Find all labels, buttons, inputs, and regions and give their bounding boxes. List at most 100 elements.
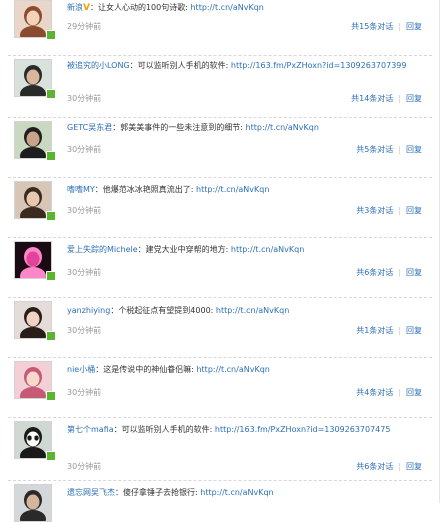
conversation-count-link[interactable]: 共5条对话 bbox=[356, 145, 393, 154]
online-badge-icon bbox=[46, 451, 56, 461]
username-link[interactable]: yanzhiying bbox=[67, 306, 110, 315]
post-message: 建党大业中穿帮的地方: bbox=[145, 245, 229, 254]
avatar-face bbox=[26, 371, 40, 387]
reply-link[interactable]: 回复 bbox=[406, 145, 422, 154]
online-badge-icon bbox=[46, 271, 56, 281]
item-divider bbox=[8, 417, 432, 418]
short-url-link[interactable]: http://t.cn/aNvKqn bbox=[216, 306, 289, 315]
post-timestamp: 30分钟前 bbox=[67, 388, 102, 397]
avatar-face bbox=[26, 494, 40, 510]
short-url-link[interactable]: http://t.cn/aNvKqn bbox=[231, 245, 304, 254]
post-timestamp: 30分钟前 bbox=[67, 268, 102, 277]
username-link[interactable]: 被追究的小LONG bbox=[67, 61, 130, 70]
colon-separator: ： bbox=[113, 425, 122, 434]
reply-link[interactable]: 回复 bbox=[406, 94, 422, 103]
post-actions: 共15条对话 | 回复 bbox=[351, 21, 422, 32]
conversation-count-link[interactable]: 共14条对话 bbox=[351, 94, 393, 103]
conversation-count-link[interactable]: 共4条对话 bbox=[356, 388, 393, 397]
item-divider bbox=[8, 177, 432, 178]
short-url-link[interactable]: http://163.fm/PxZHoxn?id=1309263707475 bbox=[215, 425, 391, 434]
short-url-link[interactable]: http://t.cn/aNvKqn bbox=[196, 185, 269, 194]
avatar-face bbox=[26, 191, 40, 207]
conversation-count-link[interactable]: 共15条对话 bbox=[351, 22, 393, 31]
item-divider bbox=[8, 480, 432, 481]
post-message: 他爆范冰冰艳照真流出了: bbox=[102, 185, 194, 194]
username-link[interactable]: 遗忘网吴飞杰 bbox=[67, 488, 115, 497]
short-url-link[interactable]: http://t.cn/aNvKqn bbox=[196, 365, 269, 374]
colon-separator: ： bbox=[89, 3, 98, 12]
action-separator: | bbox=[398, 145, 401, 154]
item-divider bbox=[8, 297, 432, 298]
avatar-face bbox=[26, 10, 40, 26]
colon-separator: ： bbox=[137, 245, 146, 254]
post-timestamp: 30分钟前 bbox=[67, 145, 102, 154]
avatar-eye bbox=[27, 435, 32, 441]
action-separator: | bbox=[398, 462, 401, 471]
reply-link[interactable]: 回复 bbox=[406, 326, 422, 335]
post-timestamp: 30分钟前 bbox=[67, 326, 102, 335]
post-message: 这是传说中的神仙眷侣嘛: bbox=[103, 365, 194, 374]
short-url-link[interactable]: http://t.cn/aNvKqn bbox=[246, 123, 319, 132]
post-text: GETC吴东君：郭美美事件的一些未注意到的细节: http://t.cn/aNv… bbox=[67, 122, 432, 134]
post-message: 可以监听别人手机的软件: bbox=[121, 425, 213, 434]
post-text: 嗜嗜MY：他爆范冰冰艳照真流出了: http://t.cn/aNvKqn bbox=[67, 184, 432, 196]
conversation-count-link[interactable]: 共1条对话 bbox=[356, 326, 393, 335]
short-url-link[interactable]: http://163.fm/PxZHoxn?id=1309263707399 bbox=[231, 61, 407, 70]
short-url-link[interactable]: http://t.cn/aNvKqn bbox=[190, 3, 263, 12]
colon-separator: ： bbox=[94, 185, 103, 194]
feed-item: 新浪V：让女人心动的100句诗歌: http://t.cn/aNvKqn 29分钟… bbox=[0, 0, 440, 59]
post-text: 爱上失踪的Michele：建党大业中穿帮的地方: http://t.cn/aNv… bbox=[67, 244, 432, 256]
reply-link[interactable]: 回复 bbox=[406, 388, 422, 397]
avatar-face bbox=[26, 69, 40, 85]
conversation-count-link[interactable]: 共6条对话 bbox=[356, 462, 393, 471]
avatar-face bbox=[26, 131, 40, 147]
online-badge-icon bbox=[46, 211, 56, 221]
avatar-face bbox=[26, 311, 40, 327]
reply-link[interactable]: 回复 bbox=[406, 268, 422, 277]
username-link[interactable]: 第七个mafia bbox=[67, 425, 114, 434]
colon-separator: ： bbox=[129, 61, 138, 70]
username-link[interactable]: nie小桶 bbox=[67, 365, 95, 374]
reply-link[interactable]: 回复 bbox=[406, 462, 422, 471]
reply-link[interactable]: 回复 bbox=[406, 206, 422, 215]
feed-item: 第七个mafia：可以监听别人手机的软件: http://163.fm/PxZH… bbox=[0, 417, 440, 484]
conversation-count-link[interactable]: 共3条对话 bbox=[356, 206, 393, 215]
post-actions: 共6条对话 | 回复 bbox=[356, 461, 422, 472]
feed-item: 被追究的小LONG：可以监听别人手机的软件: http://163.fm/PxZ… bbox=[0, 55, 440, 121]
avatar[interactable] bbox=[14, 484, 52, 522]
post-actions: 共5条对话 | 回复 bbox=[356, 144, 422, 155]
username-link[interactable]: GETC吴东君 bbox=[67, 123, 112, 132]
feed-item: GETC吴东君：郭美美事件的一些未注意到的细节: http://t.cn/aNv… bbox=[0, 117, 440, 181]
colon-separator: ： bbox=[115, 488, 123, 497]
conversation-count-link[interactable]: 共6条对话 bbox=[356, 268, 393, 277]
item-divider bbox=[8, 55, 432, 56]
post-text: 遗忘网吴飞杰：傻仔拿锤子去抢银行: http://t.cn/aNvKqn bbox=[67, 487, 432, 499]
post-timestamp: 30分钟前 bbox=[67, 206, 102, 215]
username-link[interactable]: 嗜嗜MY bbox=[67, 185, 95, 194]
post-timestamp: 29分钟前 bbox=[67, 22, 102, 31]
post-message: 让女人心动的100句诗歌: bbox=[97, 3, 188, 12]
post-message: 可以监听别人手机的软件: bbox=[137, 61, 229, 70]
username-link[interactable]: 新浪 bbox=[67, 3, 83, 12]
post-timestamp: 30分钟前 bbox=[67, 94, 102, 103]
post-message: 傻仔拿锤子去抢银行: bbox=[123, 488, 198, 497]
post-actions: 共6条对话 | 回复 bbox=[356, 267, 422, 278]
avatar-eye bbox=[34, 435, 39, 441]
action-separator: | bbox=[398, 268, 401, 277]
action-separator: | bbox=[398, 326, 401, 335]
post-actions: 共14条对话 | 回复 bbox=[351, 93, 422, 104]
reply-link[interactable]: 回复 bbox=[406, 22, 422, 31]
action-separator: | bbox=[398, 22, 401, 31]
feed-item: 爱上失踪的Michele：建党大业中穿帮的地方: http://t.cn/aNv… bbox=[0, 237, 440, 301]
online-badge-icon bbox=[46, 391, 56, 401]
online-badge-icon bbox=[46, 89, 56, 99]
feed-item: 遗忘网吴飞杰：傻仔拿锤子去抢银行: http://t.cn/aNvKqn bbox=[0, 480, 440, 522]
feed-item: nie小桶：这是传说中的神仙眷侣嘛: http://t.cn/aNvKqn 30分… bbox=[0, 357, 440, 421]
post-actions: 共3条对话 | 回复 bbox=[356, 205, 422, 216]
username-link[interactable]: 爱上失踪的Michele bbox=[67, 245, 138, 254]
item-divider bbox=[8, 357, 432, 358]
feed-item: yanzhiying：个税起征点有望提到4000: http://t.cn/aN… bbox=[0, 297, 440, 361]
short-url-link[interactable]: http://t.cn/aNvKqn bbox=[200, 488, 273, 497]
online-badge-icon bbox=[46, 30, 56, 40]
item-divider bbox=[8, 117, 432, 118]
